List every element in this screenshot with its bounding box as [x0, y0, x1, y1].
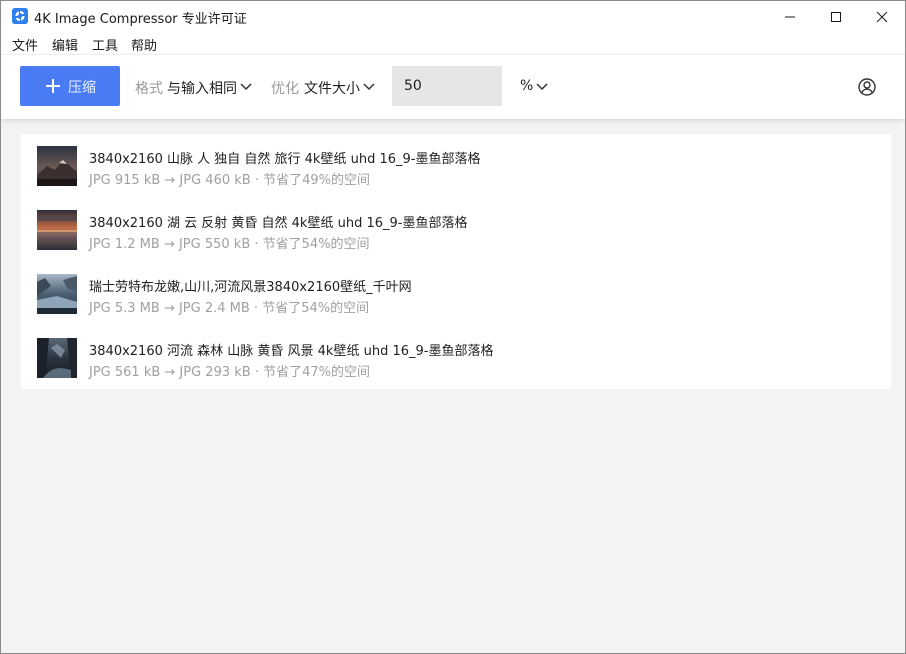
file-item[interactable]: 瑞士劳特布龙嫩,山川,河流风景3840x2160壁纸_千叶网 JPG 5.3 M…: [21, 262, 891, 326]
title-bar[interactable]: 4K Image Compressor 专业许可证: [1, 1, 905, 32]
file-item[interactable]: 3840x2160 湖 云 反射 黄昏 自然 4k壁纸 uhd 16_9-墨鱼部…: [21, 198, 891, 262]
close-icon: [876, 11, 888, 22]
file-list: 3840x2160 山脉 人 独自 自然 旅行 4k壁纸 uhd 16_9-墨鱼…: [21, 134, 891, 389]
format-dropdown[interactable]: 与输入相同: [167, 78, 237, 98]
file-size-info: JPG 1.2 MB → JPG 550 kB · 节省了54%的空间: [89, 237, 370, 252]
optimize-label: 优化: [271, 81, 299, 97]
thumbnail-river-image: [37, 274, 77, 314]
unit-dropdown[interactable]: %: [520, 78, 533, 94]
menu-bar: 文件 编辑 工具 帮助: [1, 32, 905, 54]
menu-edit[interactable]: 编辑: [52, 35, 78, 54]
minimize-button[interactable]: [767, 1, 813, 32]
menu-help[interactable]: 帮助: [131, 35, 157, 54]
menu-file[interactable]: 文件: [12, 35, 38, 54]
maximize-button[interactable]: [813, 1, 859, 32]
file-name: 3840x2160 山脉 人 独自 自然 旅行 4k壁纸 uhd 16_9-墨鱼…: [89, 152, 481, 167]
optimize-dropdown[interactable]: 文件大小: [304, 78, 360, 98]
window-title: 4K Image Compressor 专业许可证: [34, 12, 247, 27]
maximize-icon: [831, 11, 841, 22]
compress-button[interactable]: 压缩: [20, 66, 120, 106]
thumbnail-mountain-image: [37, 146, 77, 186]
file-size-info: JPG 561 kB → JPG 293 kB · 节省了47%的空间: [89, 365, 370, 380]
optimize-chevron-down-icon[interactable]: [363, 83, 375, 91]
menu-tools[interactable]: 工具: [92, 35, 118, 54]
file-item[interactable]: 3840x2160 河流 森林 山脉 黄昏 风景 4k壁纸 uhd 16_9-墨…: [21, 326, 891, 390]
file-size-info: JPG 915 kB → JPG 460 kB · 节省了49%的空间: [89, 173, 370, 188]
format-chevron-down-icon[interactable]: [240, 83, 252, 91]
plus-icon: [46, 79, 60, 93]
file-item[interactable]: 3840x2160 山脉 人 独自 自然 旅行 4k壁纸 uhd 16_9-墨鱼…: [21, 134, 891, 198]
format-label: 格式: [135, 81, 163, 97]
thumbnail-lake-image: [37, 210, 77, 250]
quality-input[interactable]: [392, 66, 502, 106]
minimize-icon: [785, 16, 795, 17]
toolbar: 压缩 格式 与输入相同 优化 文件大小 %: [1, 54, 905, 119]
file-name: 3840x2160 湖 云 反射 黄昏 自然 4k壁纸 uhd 16_9-墨鱼部…: [89, 216, 468, 231]
account-icon[interactable]: [857, 77, 877, 97]
app-window: 4K Image Compressor 专业许可证 文件 编辑 工具 帮助 压缩…: [0, 0, 906, 654]
unit-chevron-down-icon[interactable]: [536, 83, 548, 91]
file-name: 瑞士劳特布龙嫩,山川,河流风景3840x2160壁纸_千叶网: [89, 280, 412, 295]
file-name: 3840x2160 河流 森林 山脉 黄昏 风景 4k壁纸 uhd 16_9-墨…: [89, 344, 494, 359]
app-logo-icon: [12, 8, 28, 24]
close-button[interactable]: [859, 1, 905, 32]
file-size-info: JPG 5.3 MB → JPG 2.4 MB · 节省了54%的空间: [89, 301, 370, 316]
compress-button-label: 压缩: [68, 80, 96, 96]
thumbnail-forest-river-image: [37, 338, 77, 378]
